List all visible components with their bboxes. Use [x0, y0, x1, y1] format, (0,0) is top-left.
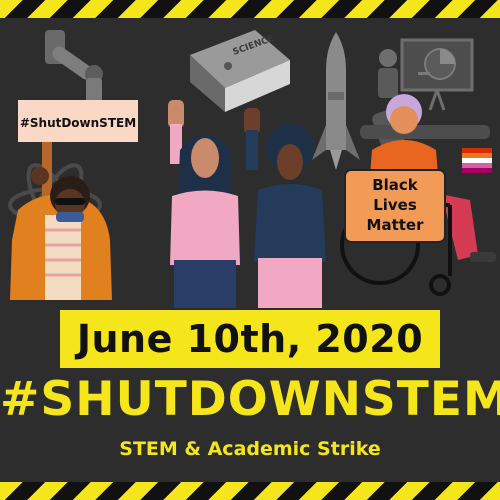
sign-right-line-2: Lives: [373, 196, 417, 214]
hazard-stripe-top: [0, 0, 500, 18]
hazard-stripe-bottom: [0, 482, 500, 500]
strike-poster: SCIENCE #ShutDownSTEM Black Lives Matter…: [0, 0, 500, 500]
person-navy: [254, 124, 326, 308]
date-text: June 10th, 2020: [76, 317, 424, 361]
rocket-icon: [312, 32, 360, 170]
subheadline: STEM & Academic Strike: [119, 438, 381, 460]
sign-left-text: #ShutDownSTEM: [20, 116, 136, 130]
science-book-icon: SCIENCE: [190, 30, 290, 112]
sign-right-line-3: Matter: [367, 216, 425, 234]
pride-flag-icon: [462, 148, 492, 173]
protester-left: [10, 140, 112, 300]
headline-hashtag: #SHUTDOWNSTEM: [0, 372, 500, 427]
sign-right-line-1: Black: [372, 176, 419, 194]
sign-right: Black Lives Matter: [344, 169, 446, 243]
raised-fist-right: [244, 108, 260, 170]
person-pink: [170, 135, 240, 308]
illustration: SCIENCE #ShutDownSTEM Black Lives Matter: [8, 30, 496, 308]
date-banner: June 10th, 2020: [60, 310, 440, 368]
sign-left: #ShutDownSTEM: [18, 100, 138, 142]
